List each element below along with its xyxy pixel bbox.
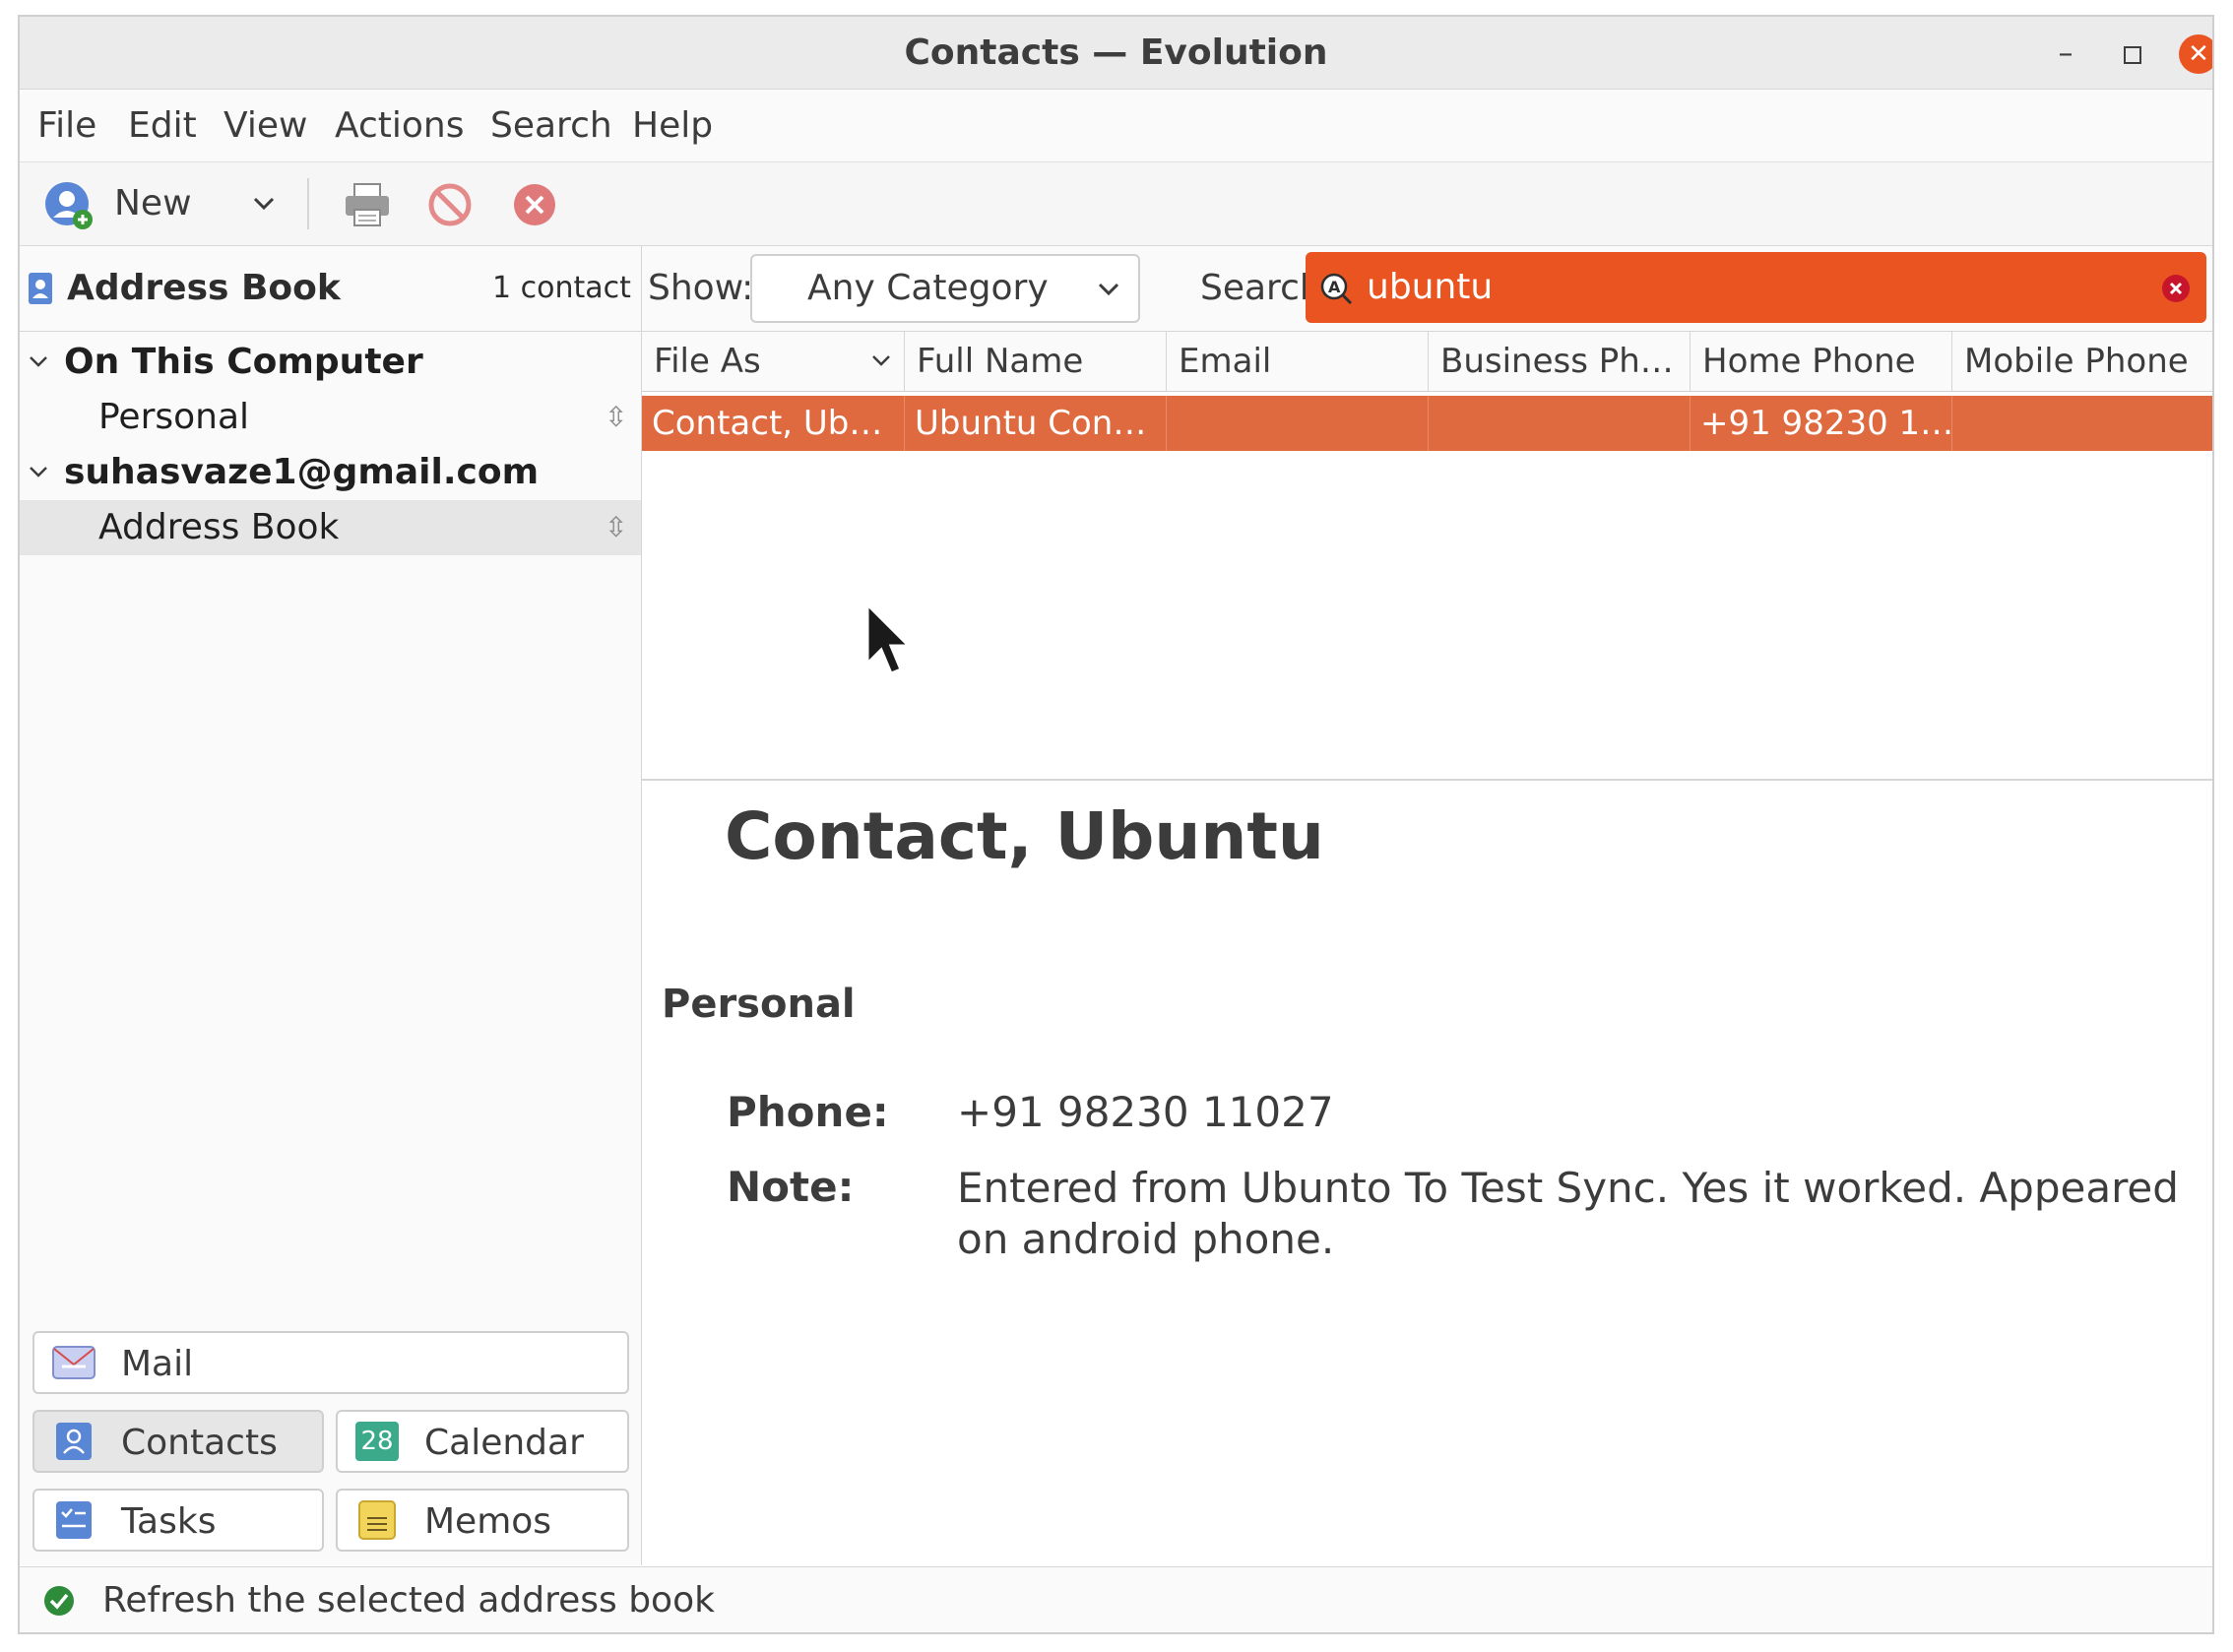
stop-icon xyxy=(428,183,472,226)
sync-icon: ⇳ xyxy=(605,511,628,543)
evolution-window: Contacts — Evolution – ✕ File Edit View … xyxy=(18,15,2214,1634)
cell-home-phone: +91 98230 1… xyxy=(1691,396,1952,451)
sidebar-header: Address Book 1 contact xyxy=(20,246,641,332)
search-input[interactable]: A ubuntu xyxy=(1306,252,2206,323)
tree-item-label: Address Book xyxy=(98,507,340,547)
close-icon: ✕ xyxy=(2188,39,2209,69)
switcher-tasks-button[interactable]: Tasks xyxy=(32,1489,324,1552)
delete-button[interactable] xyxy=(506,162,565,245)
cell-file-as: Contact, Ub… xyxy=(642,396,905,451)
chevron-down-icon xyxy=(1098,283,1119,296)
column-header-row: File As Full Name Email Business Ph… Hom… xyxy=(642,332,2212,392)
tree-group-gmail[interactable]: suhasvaze1@gmail.com xyxy=(20,445,641,500)
note-value: Entered from Ubunto To Test Sync. Yes it… xyxy=(957,1164,2179,1263)
switcher-contacts-label: Contacts xyxy=(121,1423,278,1463)
column-header-full-name[interactable]: Full Name xyxy=(905,332,1167,391)
calendar-icon: 28 xyxy=(355,1422,399,1461)
column-header-mobile-phone[interactable]: Mobile Phone xyxy=(1952,332,2212,391)
new-button-label: New xyxy=(114,183,192,223)
switcher-mail-button[interactable]: Mail xyxy=(32,1331,629,1394)
delete-icon xyxy=(514,184,555,225)
tree-group-label: suhasvaze1@gmail.com xyxy=(64,452,540,492)
sort-chevron-icon xyxy=(872,355,890,366)
address-book-icon xyxy=(29,273,52,304)
expander-down-icon xyxy=(30,467,47,477)
cell-full-name: Ubuntu Con… xyxy=(905,396,1167,451)
note-label: Note: xyxy=(727,1163,855,1211)
printer-icon xyxy=(346,183,389,226)
toolbar: New xyxy=(20,162,2212,246)
tree-group-label: On This Computer xyxy=(64,342,423,382)
title-bar[interactable]: Contacts — Evolution – ✕ xyxy=(20,17,2212,90)
expander-down-icon xyxy=(30,356,47,367)
phone-label: Phone: xyxy=(727,1088,889,1136)
maximize-button[interactable] xyxy=(2113,34,2152,74)
memos-icon xyxy=(358,1500,396,1540)
tree-item-personal[interactable]: Personal ⇳ xyxy=(20,390,641,445)
column-header-email[interactable]: Email xyxy=(1167,332,1429,391)
close-window-button[interactable]: ✕ xyxy=(2179,34,2212,74)
menu-bar: File Edit View Actions Search Help xyxy=(20,90,2212,162)
tree-item-label: Personal xyxy=(98,397,250,437)
toolbar-separator xyxy=(307,178,309,229)
new-dropdown-button[interactable] xyxy=(244,162,284,245)
table-row[interactable]: Contact, Ub… Ubuntu Con… +91 98230 1… xyxy=(642,396,2212,451)
switcher-mail-label: Mail xyxy=(121,1344,194,1384)
column-header-file-as[interactable]: File As xyxy=(642,332,905,391)
cell-email xyxy=(1167,396,1429,451)
sidebar-title: Address Book xyxy=(67,268,341,308)
menu-view[interactable]: View xyxy=(223,90,307,161)
mouse-pointer-icon xyxy=(865,603,913,675)
cancel-button[interactable] xyxy=(421,162,480,245)
column-header-business-phone[interactable]: Business Ph… xyxy=(1429,332,1691,391)
switcher-calendar-button[interactable]: 28 Calendar xyxy=(336,1410,629,1473)
tree-group-on-this-computer[interactable]: On This Computer xyxy=(20,335,641,390)
tree-item-address-book[interactable]: Address Book ⇳ xyxy=(20,500,641,555)
contact-preview: Contact, Ubuntu Personal Phone: +91 9823… xyxy=(642,779,2212,1567)
maximize-icon xyxy=(2124,45,2141,64)
print-button[interactable] xyxy=(337,162,396,245)
status-bar: Refresh the selected address book xyxy=(20,1566,2212,1632)
switcher-calendar-label: Calendar xyxy=(424,1423,584,1463)
mail-icon xyxy=(52,1346,96,1379)
cell-business-phone xyxy=(1429,396,1691,451)
category-value: Any Category xyxy=(807,268,1049,308)
switcher-contacts-button[interactable]: Contacts xyxy=(32,1410,324,1473)
phone-value: +91 98230 11027 xyxy=(957,1088,1334,1136)
menu-help[interactable]: Help xyxy=(632,90,713,161)
contact-name: Contact, Ubuntu xyxy=(725,798,1324,874)
section-heading: Personal xyxy=(662,982,856,1027)
check-circle-icon xyxy=(44,1586,74,1616)
contacts-icon xyxy=(56,1423,92,1460)
new-contact-button[interactable]: New xyxy=(43,162,240,245)
menu-edit[interactable]: Edit xyxy=(128,90,197,161)
contact-count: 1 contact xyxy=(492,271,631,305)
chevron-down-icon xyxy=(253,197,275,211)
search-value: ubuntu xyxy=(1367,267,1494,307)
minimize-button[interactable]: – xyxy=(2046,34,2085,74)
cell-mobile-phone xyxy=(1952,396,2212,451)
category-select[interactable]: Any Category xyxy=(750,254,1140,323)
menu-search[interactable]: Search xyxy=(490,90,612,161)
menu-actions[interactable]: Actions xyxy=(335,90,465,161)
svg-text:A: A xyxy=(1328,278,1341,296)
tasks-icon xyxy=(56,1501,92,1539)
contacts-pane: Show: Any Category Search: A ubuntu File… xyxy=(642,246,2212,1567)
new-contact-icon xyxy=(45,182,93,229)
switcher-tasks-label: Tasks xyxy=(121,1501,217,1542)
window-title: Contacts — Evolution xyxy=(904,32,1328,73)
filter-bar: Show: Any Category Search: A ubuntu xyxy=(642,246,2212,332)
switcher-memos-label: Memos xyxy=(424,1501,552,1542)
search-icon[interactable]: A xyxy=(1319,272,1353,305)
column-header-label: File As xyxy=(654,342,761,381)
menu-file[interactable]: File xyxy=(37,90,96,161)
switcher-memos-button[interactable]: Memos xyxy=(336,1489,629,1552)
show-label: Show: xyxy=(648,268,754,308)
sync-icon: ⇳ xyxy=(605,401,628,433)
column-header-home-phone[interactable]: Home Phone xyxy=(1691,332,1952,391)
status-text: Refresh the selected address book xyxy=(102,1580,715,1620)
clear-search-icon[interactable] xyxy=(2161,274,2191,303)
sidebar: Address Book 1 contact On This Computer … xyxy=(20,246,642,1565)
